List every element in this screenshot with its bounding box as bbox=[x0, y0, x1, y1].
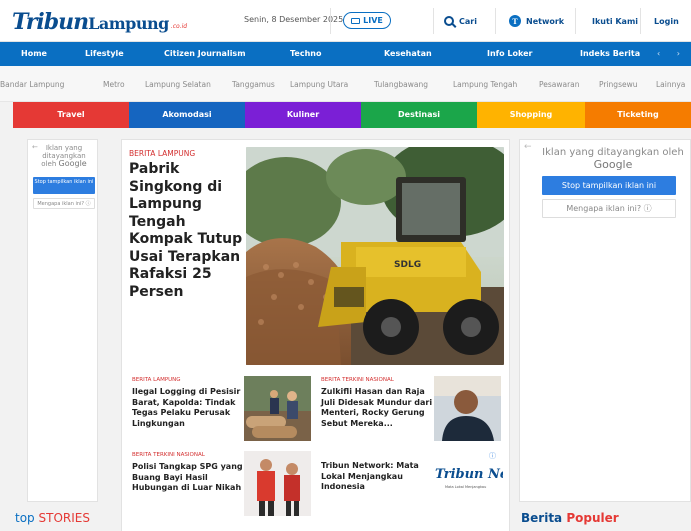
network-brand: Tribun Netw bbox=[435, 467, 503, 482]
top-stories-heading: top STORIES bbox=[15, 511, 90, 525]
region-lainnya[interactable]: Lainnya bbox=[656, 80, 685, 89]
nav-indeks-berita[interactable]: Indeks Berita bbox=[580, 42, 640, 66]
follow-label: Ikuti Kami bbox=[592, 16, 639, 26]
ad-left-stop-button[interactable]: Stop tampilkan iklan ini bbox=[33, 177, 95, 194]
logo-main: Tribun bbox=[12, 9, 89, 35]
nav-scroll-arrows[interactable]: ‹ › bbox=[657, 42, 687, 66]
follow-button[interactable]: Ikuti Kami bbox=[592, 10, 638, 32]
search-icon bbox=[444, 16, 454, 26]
popular-heading: Berita Populer bbox=[521, 511, 619, 525]
divider bbox=[433, 8, 434, 34]
popular-label-a: Berita bbox=[521, 511, 563, 525]
region-bandar-lampung[interactable]: Bandar Lampung bbox=[0, 80, 64, 89]
region-pesawaran[interactable]: Pesawaran bbox=[539, 80, 580, 89]
article-thumbnail[interactable] bbox=[434, 376, 501, 441]
article-thumbnail[interactable] bbox=[244, 376, 311, 441]
headline-image[interactable]: SDLG bbox=[246, 147, 504, 365]
category-bar: Travel Akomodasi Kuliner Destinasi Shopp… bbox=[13, 102, 691, 128]
article-title[interactable]: Tribun Network: Mata Lokal Menjangkau In… bbox=[321, 461, 426, 493]
network-button[interactable]: T Network bbox=[509, 10, 564, 32]
nav-lifestyle[interactable]: Lifestyle bbox=[85, 42, 124, 66]
region-metro[interactable]: Metro bbox=[103, 80, 125, 89]
page: Tribun Lampung .co.id Senin, 8 Desember … bbox=[0, 0, 691, 531]
article-title[interactable]: Polisi Tangkap SPG yang Buang Bayi Hasil… bbox=[132, 462, 244, 494]
region-tanggamus[interactable]: Tanggamus bbox=[232, 80, 275, 89]
headline-title[interactable]: Pabrik Singkong di Lampung Tengah Kompak… bbox=[129, 161, 249, 301]
region-lampung-utara[interactable]: Lampung Utara bbox=[290, 80, 348, 89]
logo-sub: Lampung bbox=[88, 14, 169, 33]
logging-photo bbox=[244, 376, 311, 441]
live-button[interactable]: LIVE bbox=[343, 12, 391, 29]
header-date: Senin, 8 Desember 2025 bbox=[244, 15, 344, 24]
search-label: Cari bbox=[459, 16, 477, 26]
ad-left-why-button[interactable]: Mengapa iklan ini? ⓘ bbox=[33, 198, 95, 209]
search-button[interactable]: Cari bbox=[444, 10, 477, 32]
ad-right-text: Iklan yang ditayangkan oleh Google bbox=[538, 147, 688, 172]
region-lampung-selatan[interactable]: Lampung Selatan bbox=[145, 80, 211, 89]
svg-text:SDLG: SDLG bbox=[394, 260, 421, 270]
ad-right-stop-button[interactable]: Stop tampilkan iklan ini bbox=[542, 176, 676, 195]
divider bbox=[330, 8, 331, 34]
network-thumbnail[interactable]: Tribun Netw Mata Lokal Menjangkau bbox=[433, 461, 503, 501]
headline-kicker[interactable]: BERITA LAMPUNG bbox=[129, 149, 195, 158]
category-travel[interactable]: Travel bbox=[13, 102, 129, 128]
adchoices-icon[interactable]: ⓘ bbox=[489, 451, 496, 461]
nav-citizen-journalism[interactable]: Citizen Journalism bbox=[164, 42, 246, 66]
nav-techno[interactable]: Techno bbox=[290, 42, 321, 66]
category-destinasi[interactable]: Destinasi bbox=[361, 102, 477, 128]
back-arrow-icon[interactable]: ← bbox=[524, 142, 532, 152]
ad-right-brand: Google bbox=[593, 158, 633, 171]
login-label: Login bbox=[654, 16, 679, 26]
network-tagline: Mata Lokal Menjangkau bbox=[445, 485, 487, 489]
nav-info-loker[interactable]: Info Loker bbox=[487, 42, 533, 66]
tv-icon bbox=[351, 17, 361, 24]
article-kicker[interactable]: BERITA TERKINI NASIONAL bbox=[321, 377, 394, 383]
category-shopping[interactable]: Shopping bbox=[477, 102, 585, 128]
login-button[interactable]: Login bbox=[654, 10, 679, 32]
main-content: BERITA LAMPUNG Pabrik Singkong di Lampun… bbox=[121, 139, 510, 531]
nav-home[interactable]: Home bbox=[21, 42, 47, 66]
divider bbox=[495, 8, 496, 34]
category-kuliner[interactable]: Kuliner bbox=[245, 102, 361, 128]
article-title[interactable]: Ilegal Logging di Pesisir Barat, Kapolda… bbox=[132, 387, 242, 429]
divider bbox=[640, 8, 641, 34]
article-kicker[interactable]: BERITA LAMPUNG bbox=[132, 377, 181, 383]
article-kicker[interactable]: BERITA TERKINI NASIONAL bbox=[132, 452, 205, 458]
top-stories-label-b: STORIES bbox=[38, 511, 90, 525]
network-icon: T bbox=[509, 15, 521, 27]
network-label: Network bbox=[526, 16, 565, 26]
region-pringsewu[interactable]: Pringsewu bbox=[599, 80, 637, 89]
nav-kesehatan[interactable]: Kesehatan bbox=[384, 42, 432, 66]
article-thumbnail[interactable] bbox=[244, 451, 311, 516]
ad-right-line: Iklan yang ditayangkan oleh bbox=[542, 147, 684, 158]
live-label: LIVE bbox=[363, 16, 383, 25]
top-header: Tribun Lampung .co.id Senin, 8 Desember … bbox=[0, 0, 691, 42]
suspects-photo bbox=[244, 451, 311, 516]
main-nav: Home Lifestyle Citizen Journalism Techno… bbox=[0, 42, 691, 66]
ad-left-text: Iklan yang ditayangkan oleh Google bbox=[34, 144, 94, 168]
ad-right-why-button[interactable]: Mengapa iklan ini? ⓘ bbox=[542, 199, 676, 218]
divider bbox=[575, 8, 576, 34]
ad-right: ← Iklan yang ditayangkan oleh Google Sto… bbox=[519, 139, 691, 502]
logo-suffix: .co.id bbox=[170, 23, 188, 30]
category-akomodasi[interactable]: Akomodasi bbox=[129, 102, 245, 128]
ad-left-brand: Google bbox=[58, 159, 87, 168]
region-nav: Bandar Lampung Metro Lampung Selatan Tan… bbox=[0, 66, 691, 102]
article-title[interactable]: Zulkifli Hasan dan Raja Juli Didesak Mun… bbox=[321, 387, 436, 429]
region-tulangbawang[interactable]: Tulangbawang bbox=[374, 80, 428, 89]
loader-truck-photo: SDLG bbox=[246, 147, 504, 365]
site-logo[interactable]: Tribun Lampung .co.id bbox=[12, 7, 187, 35]
ad-left: ← Iklan yang ditayangkan oleh Google Sto… bbox=[27, 139, 98, 502]
category-ticketing[interactable]: Ticketing bbox=[585, 102, 691, 128]
top-stories-label-a: top bbox=[15, 511, 35, 525]
portrait-photo bbox=[434, 376, 501, 441]
region-lampung-tengah[interactable]: Lampung Tengah bbox=[453, 80, 517, 89]
popular-label-b: Populer bbox=[566, 511, 619, 525]
